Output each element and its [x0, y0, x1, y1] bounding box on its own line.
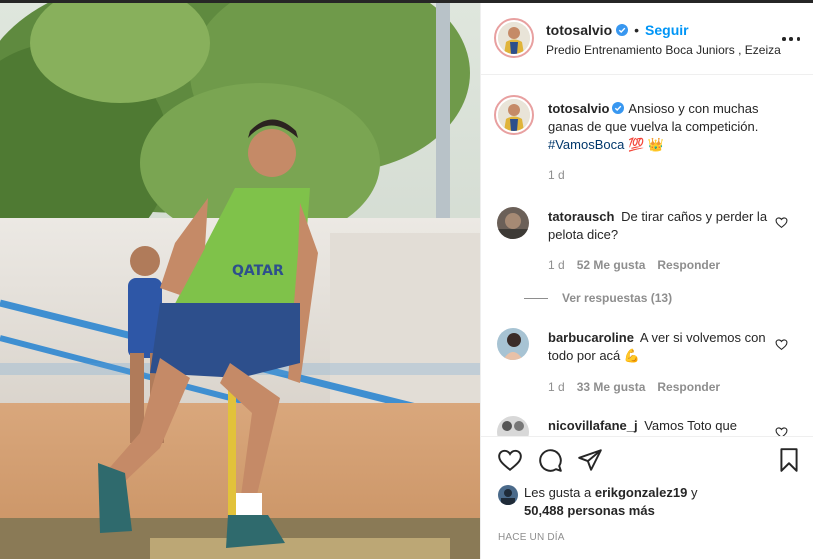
post-photo[interactable]: QATAR [0, 3, 480, 559]
liker-avatar[interactable] [498, 485, 518, 505]
more-options-icon[interactable] [782, 30, 800, 48]
caption-avatar[interactable] [494, 95, 534, 135]
caption-emojis: 💯 👑 [627, 137, 664, 152]
author-username[interactable]: totosalvio [546, 22, 612, 38]
comment-text: nicovillafane_j Vamos Toto que [548, 417, 784, 435]
bookmark-icon[interactable] [776, 447, 802, 473]
caption-age: 1 d [548, 168, 565, 182]
caption-text: totosalvio Ansioso y con muchas ganas de … [548, 100, 784, 154]
author-avatar-image [498, 22, 530, 54]
likes-count[interactable]: 50,488 personas más [524, 503, 655, 518]
reply-button[interactable]: Responder [657, 258, 720, 272]
post-location[interactable]: Predio Entrenamiento Boca Juniors , Ezei… [546, 43, 781, 57]
heart-icon[interactable] [775, 426, 788, 436]
comment-text: barbucaroline A ver si volvemos con todo… [548, 329, 784, 365]
liker-avatar-image [498, 485, 518, 505]
comment-avatar-image [497, 328, 529, 360]
comment-age: 1 d [548, 380, 565, 394]
photo-training-scene: QATAR [0, 3, 480, 559]
comment-meta: 1 d 33 Me gusta Responder [548, 380, 720, 394]
caption-hashtag[interactable]: #VamosBoca [548, 137, 624, 152]
svg-text:QATAR: QATAR [232, 263, 284, 279]
header-separator: • [634, 22, 640, 38]
comment-username[interactable]: tatorausch [548, 209, 614, 224]
caption-avatar-image [498, 99, 530, 131]
view-replies-button[interactable]: Ver respuestas (13) [524, 291, 673, 305]
replies-line [524, 297, 548, 299]
post-actions: Les gusta a erikgonzalez19 y 50,488 pers… [481, 436, 813, 559]
liker-username[interactable]: erikgonzalez19 [595, 485, 688, 500]
likes-conjunction: y [690, 485, 698, 500]
post-time-ago[interactable]: HACE UN DÍA [498, 532, 565, 543]
comment-likes[interactable]: 33 Me gusta [577, 380, 646, 394]
caption-meta: 1 d [548, 168, 565, 182]
view-replies-label: Ver respuestas (13) [562, 291, 673, 305]
heart-icon[interactable] [775, 338, 788, 351]
reply-button[interactable]: Responder [657, 380, 720, 394]
comment-avatar[interactable] [497, 328, 529, 360]
comments-list[interactable]: totosalvio Ansioso y con muchas ganas de … [481, 76, 813, 436]
comment-bubble-icon[interactable] [537, 447, 563, 473]
verified-badge-icon [612, 102, 625, 114]
comment-username[interactable]: barbucaroline [548, 330, 634, 345]
comment-likes[interactable]: 52 Me gusta [577, 258, 646, 272]
author-avatar[interactable] [494, 18, 534, 58]
comment-username[interactable]: nicovillafane_j [548, 418, 638, 433]
comment-avatar-image [497, 207, 529, 239]
comment-avatar-image [497, 416, 529, 436]
send-paper-plane-icon[interactable] [577, 447, 603, 473]
comment-avatar[interactable] [497, 207, 529, 239]
post-header: totosalvio • Seguir Predio Entrenamiento… [481, 3, 813, 75]
comment-age: 1 d [548, 258, 565, 272]
heart-icon[interactable] [497, 447, 523, 473]
likes-prefix: Les gusta a [524, 485, 592, 500]
verified-badge-icon [616, 24, 629, 36]
caption-username[interactable]: totosalvio [548, 101, 609, 116]
heart-icon[interactable] [775, 216, 788, 229]
follow-button[interactable]: Seguir [645, 22, 689, 38]
comment-meta: 1 d 52 Me gusta Responder [548, 258, 720, 272]
comment-text: tatorausch De tirar caños y perder la pe… [548, 208, 784, 244]
comment-body: Vamos Toto que [644, 418, 737, 433]
likes-summary: Les gusta a erikgonzalez19 y 50,488 pers… [498, 484, 697, 520]
post-detail-panel: totosalvio • Seguir Predio Entrenamiento… [480, 3, 813, 559]
comment-emoji: 💪 [623, 348, 641, 363]
likes-text: Les gusta a erikgonzalez19 y 50,488 pers… [524, 484, 697, 520]
comment-avatar[interactable] [497, 416, 529, 436]
